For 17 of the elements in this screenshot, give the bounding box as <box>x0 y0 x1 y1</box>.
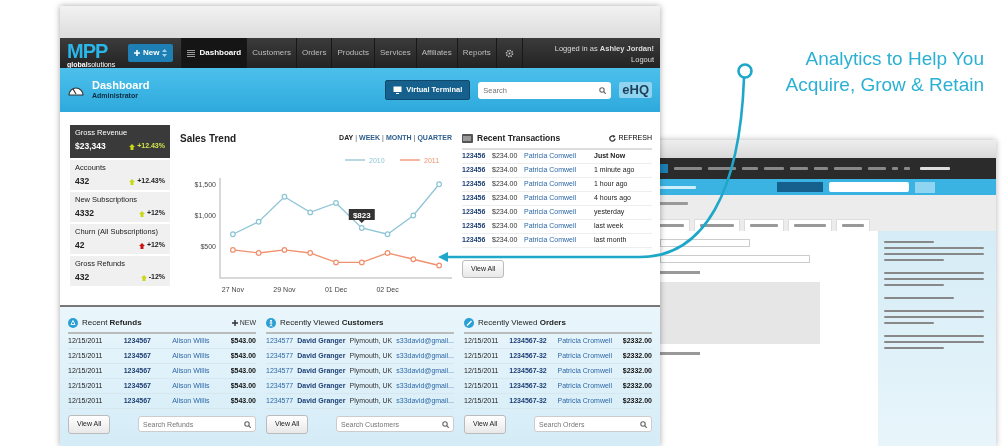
value-tooltip: $823 <box>348 209 375 223</box>
stat-value: 4332 <box>75 207 94 220</box>
page-title: Dashboard <box>92 78 150 91</box>
logo-text: MPP <box>67 41 108 61</box>
panel-title: Recent Refunds <box>82 317 142 329</box>
panel-title: Recently Viewed Orders <box>478 317 566 329</box>
stat-value: 42 <box>75 239 85 252</box>
chart-title: Sales Trend <box>180 132 237 146</box>
stat-value: $23,343 <box>75 140 106 153</box>
tagline-text: Acquire, Grow & Retain <box>784 73 984 97</box>
brand-logo: eHQ <box>619 82 652 98</box>
annotation: $823 <box>352 210 372 220</box>
stat-value: 432 <box>75 271 90 284</box>
tagline-text: Analytics to Help You <box>804 47 984 71</box>
panel-title: Recent Transactions <box>477 132 561 145</box>
stat-value: 432 <box>75 175 90 188</box>
panel-title: Recently Viewed Customers <box>280 317 384 329</box>
